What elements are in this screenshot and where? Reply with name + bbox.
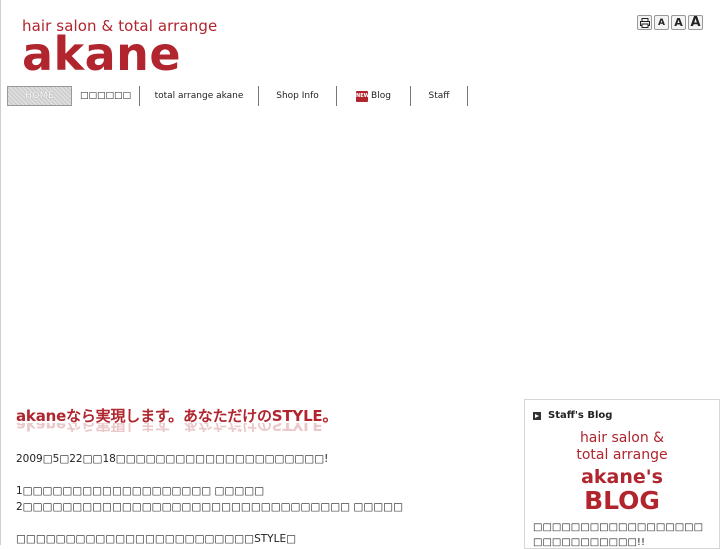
- staff-blog-heading[interactable]: Staff's Blog: [533, 410, 612, 421]
- staff-blog-box: Staff's Blog hair salon & total arrange …: [524, 399, 720, 549]
- nav-home[interactable]: HOME: [7, 86, 72, 106]
- news-line-3: 2□□□□□□□□□□□□□□□□□□□□□□□□□□□□□□□□□ □□□□□: [16, 501, 404, 513]
- news-line-2: 1□□□□□□□□□□□□□□□□□□□ □□□□□: [16, 485, 265, 497]
- blog-banner-line4: BLOG: [584, 486, 660, 515]
- font-small-button[interactable]: A: [654, 15, 669, 30]
- nav-item-2[interactable]: □□□□□□: [72, 86, 140, 106]
- blog-banner-line1: hair salon &: [579, 430, 665, 446]
- blog-banner[interactable]: hair salon & total arrange akane's BLOG: [525, 430, 719, 514]
- nav-blog[interactable]: NEW Blog: [337, 86, 411, 106]
- news-line-1: 2009□5□22□□18□□□□□□□□□□□□□□□□□□□□□!: [16, 453, 329, 465]
- news-line-4: □□□□□□□□□□□□□□□□□□□□□□□□STYLE□: [16, 533, 296, 545]
- new-badge: NEW: [356, 90, 369, 102]
- page-border: [0, 0, 1, 545]
- nav-shop-info[interactable]: Shop Info: [259, 86, 337, 106]
- font-medium-button[interactable]: A: [671, 15, 686, 30]
- print-icon: [639, 17, 650, 28]
- main-nav: HOME □□□□□□ total arrange akane Shop Inf…: [7, 86, 468, 106]
- staff-blog-title: Staff's Blog: [548, 410, 613, 421]
- site-logo[interactable]: hair salon & total arrange akane: [22, 18, 217, 81]
- headline-reflection: akaneなら実現します。あなただけのSTYLE。: [16, 423, 338, 432]
- blog-banner-line2: total arrange: [576, 447, 668, 463]
- nav-staff[interactable]: Staff: [411, 86, 468, 106]
- font-large-button[interactable]: A: [688, 15, 703, 30]
- headline: akaneなら実現します。あなただけのSTYLE。 akaneなら実現します。あ…: [16, 405, 346, 432]
- print-button[interactable]: [637, 15, 652, 30]
- page-tools: A A A: [637, 15, 703, 30]
- nav-total-arrange[interactable]: total arrange akane: [140, 86, 259, 106]
- arrow-bullet-icon: [533, 411, 541, 420]
- blog-banner-line3: akane's: [581, 466, 663, 488]
- logo-brand: akane: [22, 27, 182, 81]
- blog-text-2: □□□□□□□□□□□!!: [533, 537, 645, 548]
- blog-text-1: □□□□□□□□□□□□□□□□□□: [533, 522, 704, 533]
- nav-blog-label: Blog: [371, 91, 391, 101]
